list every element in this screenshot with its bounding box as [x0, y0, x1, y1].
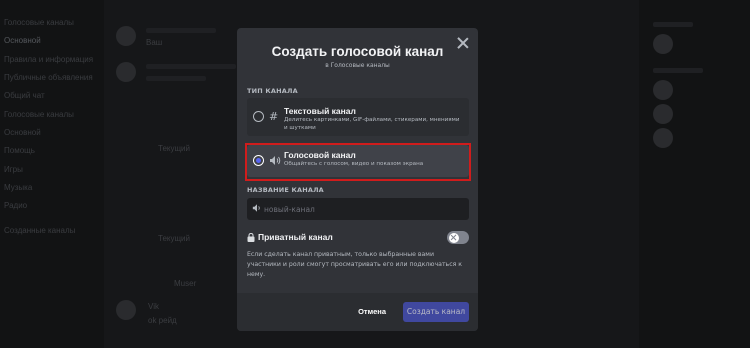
chat-snippet: Muser — [174, 279, 197, 288]
radio-voice-channel[interactable] — [253, 155, 264, 166]
create-channel-button[interactable]: Создать канал — [403, 302, 469, 322]
chat-line — [146, 28, 216, 33]
avatar — [653, 104, 673, 124]
modal-subtitle: в Голосовые каналы — [325, 62, 390, 69]
sidebar-item: Игры — [4, 165, 23, 174]
modal-footer: Отмена Создать канал — [237, 293, 478, 331]
option-description: Общайтесь с голосом, видео и показом экр… — [284, 161, 424, 167]
speaker-icon — [252, 204, 260, 212]
avatar — [653, 128, 673, 148]
option-description: Делитесь картинками, GIF-файлами, стикер… — [284, 117, 460, 131]
private-channel-label: Приватный канал — [258, 232, 333, 242]
radio-text-channel[interactable] — [253, 111, 264, 122]
chat-line — [146, 76, 206, 81]
channel-name-label: НАЗВАНИЕ КАНАЛА — [247, 186, 324, 194]
sidebar-item: Публичные объявления — [4, 73, 93, 82]
hash-icon: # — [269, 110, 279, 123]
chat-snippet: Vik — [148, 302, 159, 311]
modal-title: Создать голосовой канал — [271, 44, 444, 59]
option-voice-channel[interactable]: Голосовой канал Общайтесь с голосом, вид… — [247, 145, 469, 177]
sidebar-item: Созданные каналы — [4, 226, 76, 235]
avatar — [653, 34, 673, 54]
sidebar-item: Голосовые каналы — [4, 18, 74, 27]
avatar — [653, 80, 673, 100]
channel-name-input[interactable] — [264, 201, 464, 217]
lock-icon — [247, 233, 255, 242]
background-sidebar: Голосовые каналы Основной Правила и инфо… — [0, 0, 104, 348]
sidebar-item: Основной — [4, 128, 41, 137]
avatar — [116, 300, 136, 320]
chat-snippet: Текущий — [158, 234, 190, 243]
speaker-icon — [270, 156, 281, 165]
avatar — [116, 62, 136, 82]
avatar — [116, 26, 136, 46]
sidebar-item: Общий чат — [4, 91, 45, 100]
sidebar-item: Голосовые каналы — [4, 110, 74, 119]
cancel-button[interactable]: Отмена — [352, 303, 392, 321]
chat-snippet: ok рейд — [148, 316, 177, 325]
sidebar-item: Музыка — [4, 183, 33, 192]
background-member-list — [639, 0, 750, 348]
channel-type-label: ТИП КАНАЛА — [247, 87, 298, 95]
private-channel-row: Приватный канал — [247, 231, 469, 245]
sidebar-item: Основной — [4, 36, 41, 45]
toggle-off-icon — [449, 232, 459, 243]
sidebar-item: Помощь — [4, 146, 35, 155]
member-line — [653, 68, 703, 73]
option-title: Голосовой канал — [284, 150, 356, 160]
create-channel-modal: Создать голосовой канал в Голосовые кана… — [237, 28, 478, 331]
chat-snippet: Ваш — [146, 38, 163, 47]
sidebar-item: Правила и информация — [4, 55, 94, 64]
sidebar-item: Радио — [4, 201, 28, 210]
private-channel-description: Если сделать канал приватным, только выб… — [247, 251, 463, 278]
chat-snippet: Текущий — [158, 144, 190, 153]
member-line — [653, 22, 693, 27]
option-title: Текстовый канал — [284, 106, 356, 116]
channel-name-field — [247, 198, 469, 220]
option-text-channel[interactable]: # Текстовый канал Делитесь картинками, G… — [247, 98, 469, 136]
private-channel-toggle[interactable] — [447, 231, 469, 244]
close-icon[interactable] — [457, 37, 469, 49]
chat-line — [146, 64, 236, 69]
